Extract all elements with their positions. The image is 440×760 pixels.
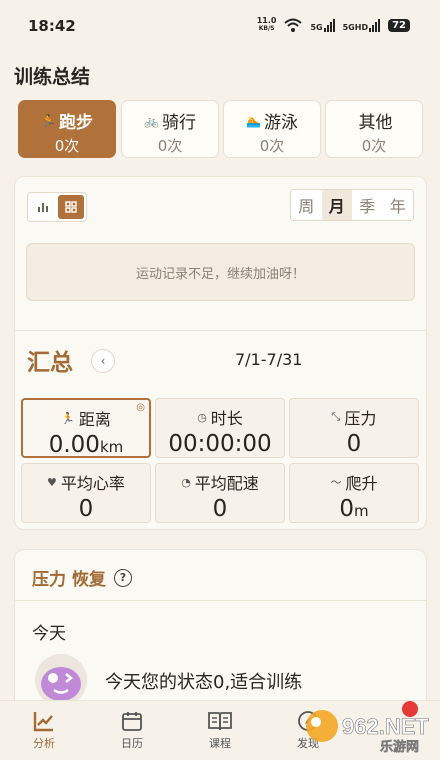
- divider: [15, 330, 426, 331]
- bar-chart-icon[interactable]: [30, 195, 56, 219]
- recovery-title: 压力 恢复 ?: [32, 565, 132, 590]
- period-selector: 周 月 季 年: [290, 189, 414, 221]
- period-year[interactable]: 年: [383, 190, 414, 220]
- status-icons: 11.0 KB/S 5G 5GHD 72: [257, 17, 410, 33]
- clock: 18:42: [28, 17, 76, 35]
- stat-pressure[interactable]: ⤡ 压力 0: [289, 398, 419, 458]
- empty-state-message: 运动记录不足，继续加油呀！: [26, 243, 415, 301]
- face-icon: [41, 667, 81, 701]
- battery-icon: 72: [388, 18, 410, 32]
- nav-analysis[interactable]: 分析: [0, 707, 88, 751]
- cycling-icon: 🚲: [144, 113, 159, 128]
- tab-running[interactable]: 🏃 跑步 0次: [18, 100, 116, 158]
- period-month[interactable]: 月: [321, 190, 352, 220]
- tab-swimming[interactable]: 🏊 游泳 0次: [223, 100, 321, 158]
- period-quarter[interactable]: 季: [352, 190, 383, 220]
- tab-other[interactable]: 其他 0次: [325, 100, 423, 158]
- sport-tabs: 🏃 跑步 0次 🚲 骑行 0次 🏊 游泳 0次 其他 0次: [18, 100, 428, 158]
- wifi-icon: [284, 18, 303, 32]
- running-icon: 🏃: [41, 113, 56, 128]
- stat-climb[interactable]: 〜爬升 0m: [289, 463, 419, 523]
- stat-distance[interactable]: ◎ 🏃 距离 0.00km: [21, 398, 151, 458]
- tab-cycling[interactable]: 🚲 骑行 0次: [121, 100, 219, 158]
- clock-icon: ◷: [197, 410, 207, 424]
- climb-icon: 〜: [330, 476, 342, 489]
- calendar-icon: [122, 712, 142, 731]
- totals-title: 汇总: [27, 350, 73, 376]
- pressure-icon: ⤡: [331, 410, 341, 423]
- course-icon: [208, 712, 232, 731]
- today-label: 今天: [32, 624, 66, 644]
- signal-icon-sim2: 5GHD: [343, 18, 381, 32]
- notification-dot: [402, 701, 418, 717]
- net-speed: 11.0 KB/S: [256, 16, 277, 33]
- status-bar: 18:42 11.0 KB/S 5G 5GHD 72: [0, 0, 440, 56]
- nav-course[interactable]: 课程: [176, 707, 264, 751]
- divider: [15, 600, 426, 601]
- status-message: 今天您的状态0,适合训练: [105, 672, 303, 693]
- target-icon: ◎: [136, 402, 145, 413]
- page-title: 训练总结: [14, 66, 91, 88]
- analysis-icon: [33, 712, 53, 732]
- mood-avatar: [35, 654, 87, 706]
- heart-icon: ♥: [47, 475, 57, 489]
- period-week[interactable]: 周: [291, 190, 322, 220]
- summary-card: 周 月 季 年 运动记录不足，继续加油呀！ 汇总 ‹ 7/1-7/31 ◎ 🏃 距…: [14, 176, 427, 530]
- help-icon[interactable]: ?: [113, 568, 132, 587]
- grid-view-icon[interactable]: [58, 195, 84, 219]
- signal-icon-sim1: 5G: [310, 18, 335, 32]
- speed-icon: ◔: [181, 475, 191, 489]
- stat-avg-pace[interactable]: ◔ 平均配速 0: [155, 463, 285, 523]
- chevron-left-icon: ‹: [100, 354, 106, 368]
- recovery-card: 压力 恢复 ? 今天 今天您的状态0,适合训练: [14, 549, 427, 709]
- nav-calendar[interactable]: 日历: [88, 707, 176, 751]
- watermark-text: 962.NET: [342, 714, 429, 739]
- chart-view-toggle: [27, 192, 87, 222]
- previous-period-button[interactable]: ‹: [91, 349, 115, 373]
- running-icon: 🏃: [61, 411, 75, 425]
- watermark-subtext: 乐游网: [380, 739, 419, 754]
- stat-duration[interactable]: ◷ 时长 00:00:00: [155, 398, 285, 458]
- swimming-icon: 🏊: [246, 113, 261, 128]
- stat-avg-heart-rate[interactable]: ♥ 平均心率 0: [21, 463, 151, 523]
- date-range: 7/1-7/31: [235, 350, 303, 369]
